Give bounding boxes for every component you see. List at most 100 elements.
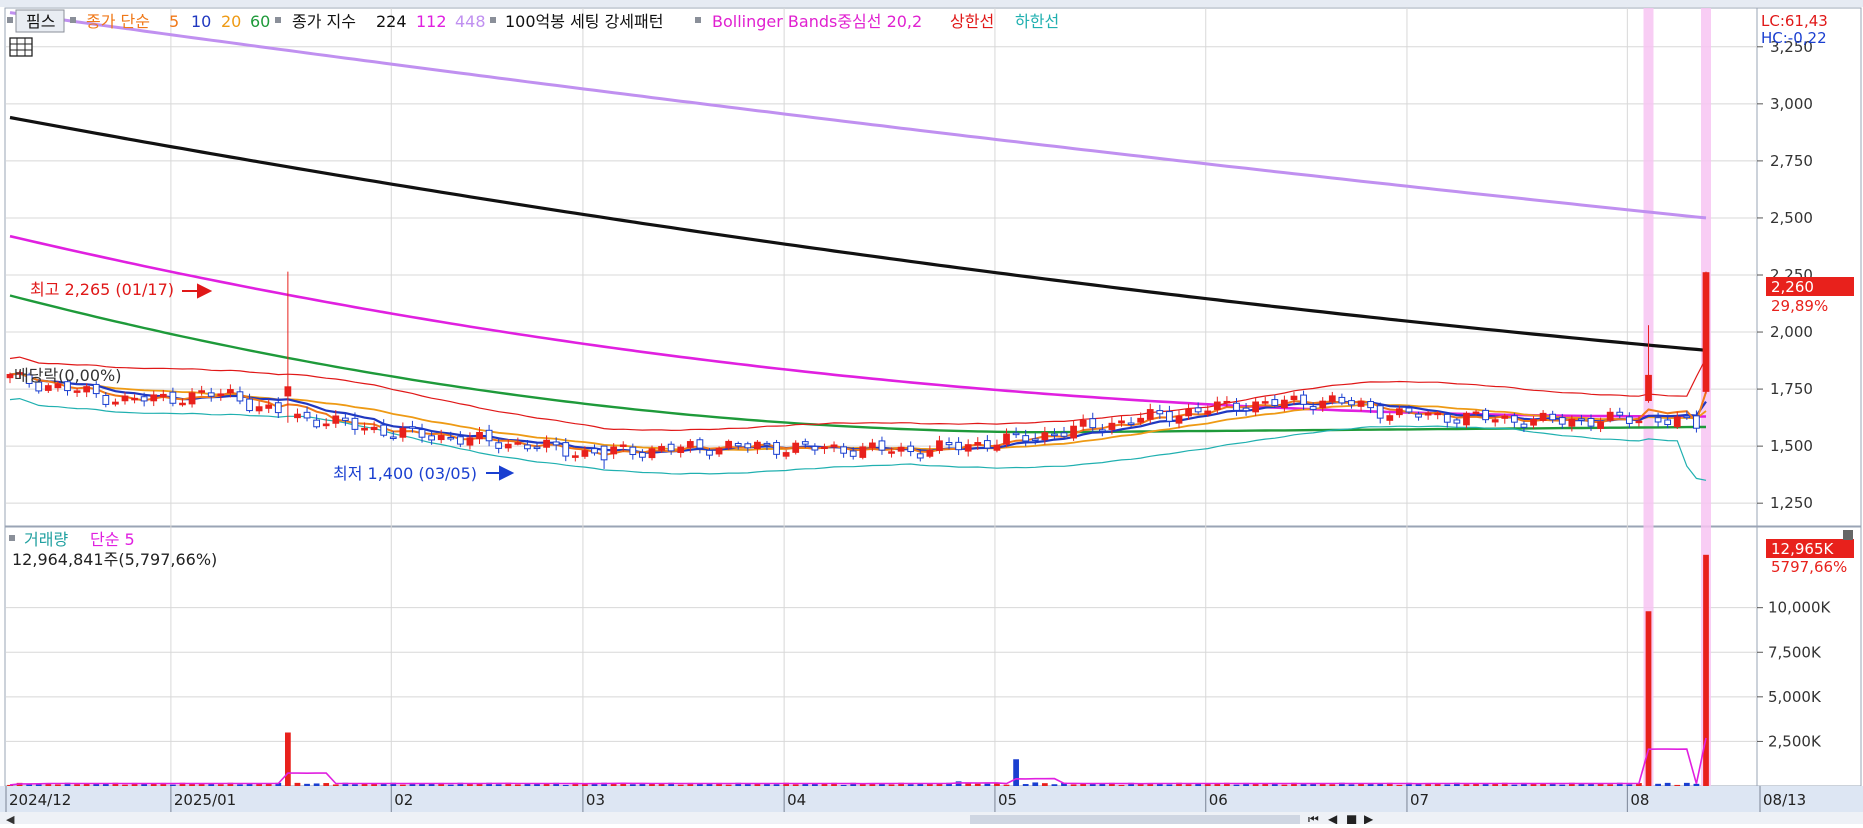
candle-body [294,413,301,419]
candle-body [217,393,225,397]
volume-title[interactable]: 거래량 [24,530,68,549]
volume-bar [447,784,454,786]
candle-body [1194,407,1202,413]
candle-body [504,443,512,449]
volume-tick-label: 5,000K [1768,688,1822,706]
candle-body [1510,415,1518,423]
candle-body [1328,395,1336,402]
stock-chart[interactable]: 3,250 3,000 2,750 2,500 2,250 2,000 1,750 1,500… [0,0,1863,826]
candle-body [1089,418,1097,429]
volume-bar [1693,783,1700,786]
volume-panel-close-icon[interactable] [1843,530,1853,540]
volume-bar [1559,784,1566,786]
candle-body [274,402,282,414]
candle-body [868,442,876,449]
price-tick-label: 2,000 [1770,323,1813,341]
volume-bar [1041,783,1048,786]
index-legend-224[interactable]: 224 [376,12,407,31]
candle-body [725,440,733,449]
volume-bar [888,784,895,786]
zoom-prev-icon[interactable]: ◀ [1328,812,1338,826]
volume-bar [1655,783,1661,786]
candle-body [140,396,148,402]
volume-bar [1032,782,1039,786]
candle-body [754,441,761,450]
candle-body [1463,412,1470,426]
scroll-track[interactable] [970,815,1300,824]
candle-body [1520,423,1528,428]
date-tick-label: 06 [1209,791,1228,809]
candle-body [102,395,110,405]
candle-body [792,442,800,453]
candle-body [1357,400,1365,407]
volume-bar [658,784,665,786]
pattern-label[interactable]: 100억봉 세팅 강세패턴 [505,12,663,31]
candle-body [1166,411,1173,422]
candle-body [1491,419,1499,423]
bb-legend-upper[interactable]: 상한선 [950,12,994,31]
ma-legend-20[interactable]: 20 [221,12,241,31]
candle-body [1702,272,1710,392]
candle-body [782,452,790,457]
candle-body [878,440,886,451]
candle-body [1530,418,1537,426]
table-grid-icon[interactable] [9,37,33,57]
candle-body [1396,408,1403,416]
bb-legend-lower[interactable]: 하한선 [1015,12,1059,31]
volume-bar [170,784,176,786]
index-legend-112[interactable]: 112 [416,12,447,31]
index-legend-448[interactable]: 448 [455,12,486,31]
legend-bullet-icon [7,17,13,23]
ma-legend-60[interactable]: 60 [250,12,270,31]
date-tick-label: 02 [394,791,413,809]
candle-body [1606,411,1614,421]
zoom-first-icon[interactable]: ⏮ [1308,812,1319,826]
zoom-next-icon[interactable]: ▶ [1364,812,1374,826]
candle-body [332,415,340,424]
candle-body [1242,407,1250,412]
candle-body [476,431,483,440]
candle-body [524,444,531,450]
candle-body [897,446,905,452]
lc-label: LC:61,43 [1761,12,1828,30]
candle-body [648,448,656,459]
date-axis [0,786,1863,812]
candle-body [1070,425,1077,439]
date-tick-label: 03 [586,791,605,809]
candle-body [428,435,435,441]
index-legend-title[interactable]: 종가 지수 [292,12,356,31]
candle-body [313,419,320,428]
volume-bar [304,783,310,786]
scroll-left-icon[interactable]: ◀ [6,813,15,826]
volume-bar [907,784,914,786]
candle-body [1587,418,1595,427]
volume-bar [122,784,128,786]
candle-body [1415,413,1422,418]
volume-bar [1166,784,1173,786]
candle-body [1309,406,1317,410]
bottom-scrollbar[interactable] [0,812,1863,824]
candle-body [1252,401,1260,413]
volume-bar [1022,784,1029,786]
volume-tick-label: 2,500K [1768,732,1822,750]
candle-body [284,386,292,397]
volume-bar [1329,784,1336,786]
stop-icon[interactable]: ■ [1346,812,1357,826]
candle-body [715,447,723,455]
candle-body [131,397,138,401]
volume-ma-label[interactable]: 단순 5 [90,530,135,549]
candle-body [1597,421,1604,429]
legend-bullet-icon [275,17,281,23]
candle-body [1376,405,1384,419]
candle-body [1693,415,1700,429]
price-tick-label: 1,750 [1770,380,1813,398]
volume-panel[interactable] [4,526,1758,787]
bb-legend-mid[interactable]: Bollinger Bands중심선 20,2 [712,12,922,31]
ma-legend-10[interactable]: 10 [191,12,211,31]
date-tick-label: 08 [1630,791,1649,809]
candle-body [1271,399,1279,406]
volume-bar [1185,784,1192,786]
ma-legend-5[interactable]: 5 [169,12,179,31]
candle-body [150,394,158,402]
ma-legend-title[interactable]: 종가 단순 [86,12,150,31]
